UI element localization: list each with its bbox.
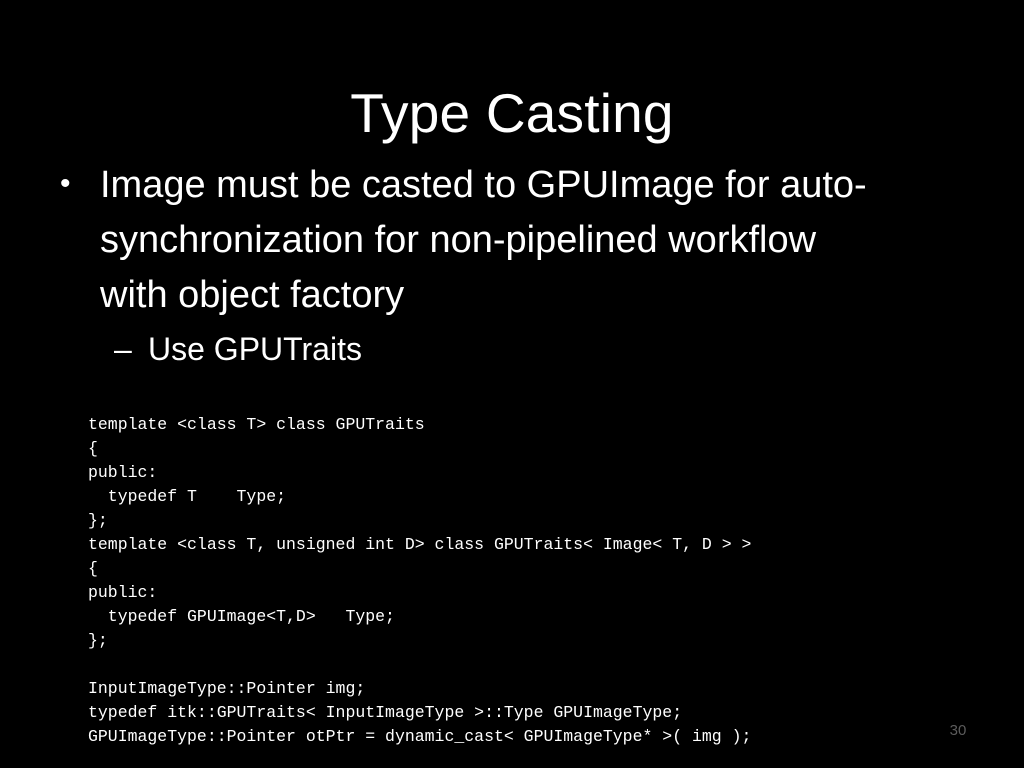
- bullet-secondary-text: Use GPUTraits: [148, 331, 362, 368]
- code-line: {: [88, 438, 98, 458]
- code-line: };: [88, 510, 108, 530]
- code-line: public:: [88, 462, 158, 482]
- code-line: };: [88, 630, 108, 650]
- bullet-primary-text: Image must be casted to GPUImage for aut…: [100, 164, 867, 317]
- code-block: template <class T> class GPUTraits { pub…: [88, 413, 988, 749]
- presentation-slide: Type Casting • Image must be casted to G…: [0, 0, 1024, 768]
- bullet-item-secondary: – Use GPUTraits: [52, 327, 932, 372]
- code-line: InputImageType::Pointer img;: [88, 678, 366, 698]
- code-line: public:: [88, 582, 158, 602]
- page-title: Type Casting: [350, 81, 674, 144]
- code-line: template <class T> class GPUTraits: [88, 414, 425, 434]
- slide-body: • Image must be casted to GPUImage for a…: [52, 158, 932, 372]
- bullet-dash-icon: –: [114, 331, 132, 368]
- bullet-item-primary: • Image must be casted to GPUImage for a…: [52, 158, 932, 323]
- code-line: typedef GPUImage<T,D> Type;: [88, 606, 395, 626]
- bullet-dot-icon: •: [60, 167, 71, 200]
- code-line: template <class T, unsigned int D> class…: [88, 534, 752, 554]
- code-line: typedef T Type;: [88, 486, 287, 506]
- code-line: {: [88, 558, 98, 578]
- code-line: GPUImageType::Pointer otPtr = dynamic_ca…: [88, 726, 752, 746]
- code-line: typedef itk::GPUTraits< InputImageType >…: [88, 702, 683, 722]
- page-number: 30: [949, 722, 967, 739]
